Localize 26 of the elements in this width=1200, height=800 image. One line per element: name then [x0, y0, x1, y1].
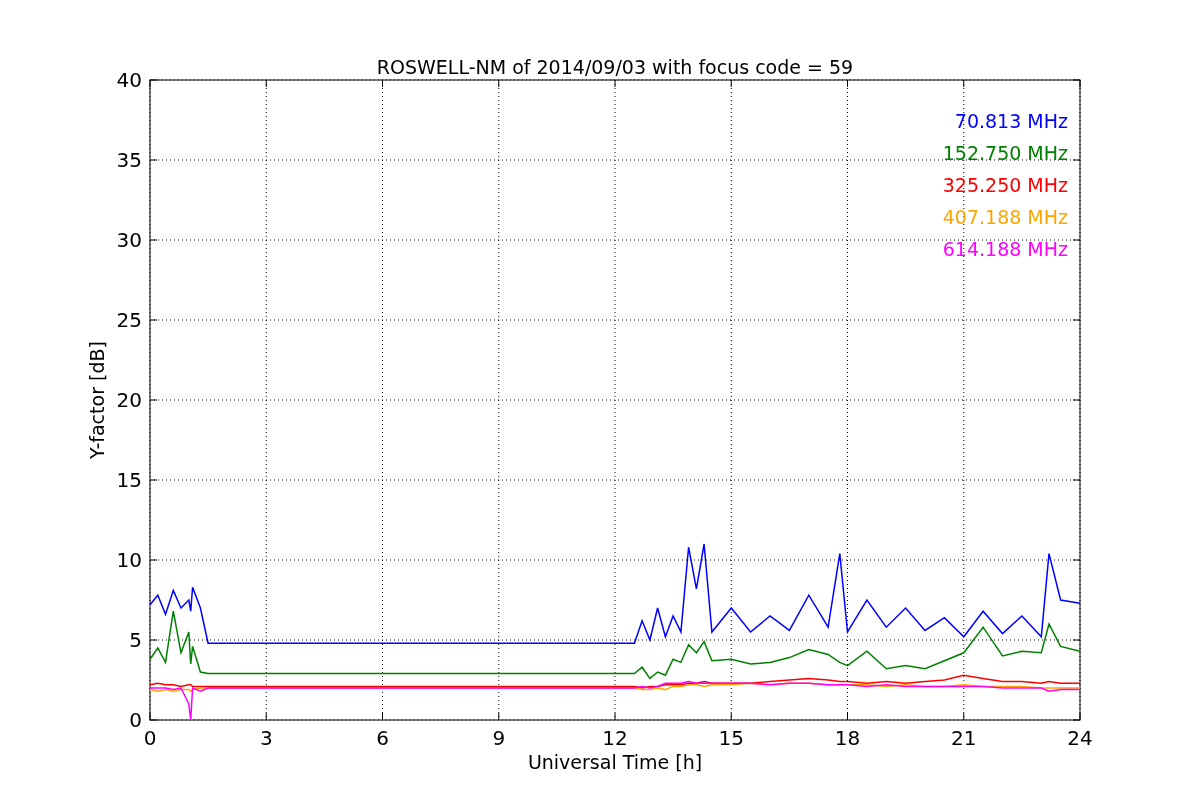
y-axis-label: Y-factor [dB]	[86, 341, 108, 459]
x-tick-label: 6	[376, 726, 389, 750]
x-tick-label: 9	[492, 726, 506, 750]
y-tick-label: 10	[116, 548, 142, 572]
x-axis-label: Universal Time [h]	[527, 751, 703, 773]
legend-label: 614.188 MHz	[942, 238, 1068, 260]
legend-label: 407.188 MHz	[942, 206, 1068, 228]
y-tick-label: 0	[129, 708, 142, 732]
y-tick-label: 25	[116, 308, 142, 332]
x-tick-label: 15	[718, 726, 744, 750]
x-tick-label: 12	[602, 726, 628, 750]
y-tick-label: 15	[116, 468, 142, 492]
legend-label: 152.750 MHz	[942, 142, 1068, 164]
y-tick-label: 5	[129, 628, 142, 652]
legend-label: 325.250 MHz	[942, 174, 1068, 196]
x-tick-label: 0	[143, 726, 157, 750]
legend-label: 70.813 MHz	[954, 110, 1068, 132]
y-tick-label: 20	[116, 388, 142, 412]
x-tick-label: 21	[951, 726, 977, 750]
y-tick-label: 40	[116, 68, 142, 92]
x-tick-label: 24	[1067, 726, 1093, 750]
chart-title: ROSWELL-NM of 2014/09/03 with focus code = 59	[376, 56, 854, 78]
x-tick-label: 18	[834, 726, 861, 750]
y-tick-label: 30	[116, 228, 142, 252]
x-tick-label: 3	[259, 726, 273, 750]
y-tick-label: 35	[116, 148, 142, 172]
